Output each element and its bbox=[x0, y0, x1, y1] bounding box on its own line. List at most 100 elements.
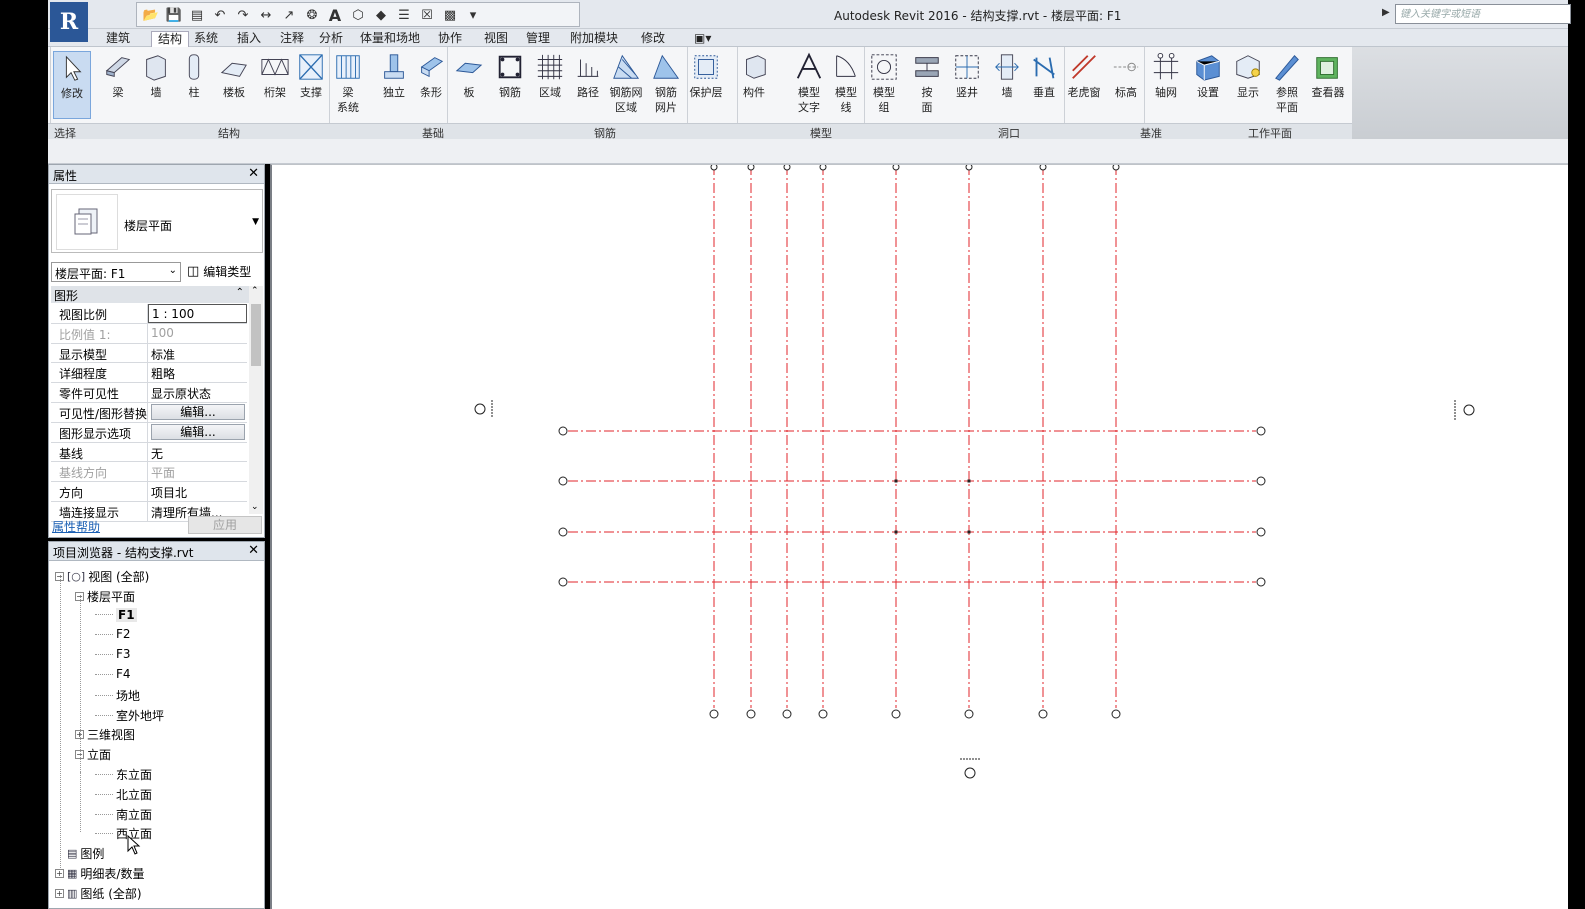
property-row[interactable]: 基线无 bbox=[51, 442, 247, 463]
app-menu-button[interactable]: R bbox=[50, 2, 88, 42]
tree-item[interactable]: 场地 bbox=[95, 687, 140, 704]
property-value[interactable]: 平面 bbox=[148, 462, 247, 481]
tree-item[interactable]: 室外地坪 bbox=[95, 707, 164, 724]
properties-help-link[interactable]: 属性帮助 bbox=[52, 518, 100, 535]
search-input[interactable] bbox=[1395, 4, 1571, 24]
property-value[interactable]: 无 bbox=[148, 443, 247, 462]
ribbon-button-vertical-opening[interactable]: 垂直 bbox=[1026, 51, 1062, 100]
close-icon[interactable]: ✕ bbox=[248, 543, 259, 558]
edit-button[interactable]: 编辑... bbox=[151, 403, 245, 420]
property-value[interactable]: 显示原状态 bbox=[148, 383, 247, 402]
edit-button[interactable]: 编辑... bbox=[151, 423, 245, 440]
save-icon[interactable]: 💾 bbox=[163, 4, 185, 26]
tree-item[interactable]: 西立面 bbox=[95, 825, 152, 842]
ribbon-button-floor[interactable]: 楼板 bbox=[216, 51, 252, 100]
ribbon-button-model-line[interactable]: 模型线 bbox=[828, 51, 864, 115]
ribbon-button-cursor[interactable]: 修改 bbox=[53, 51, 91, 119]
ribbon-button-ref-plane[interactable]: 参照 平面 bbox=[1269, 51, 1305, 115]
tree-item[interactable]: ▤ 图例 bbox=[55, 845, 104, 862]
ribbon-button-truss[interactable]: 桁架 bbox=[257, 51, 293, 100]
close-hidden-icon[interactable]: ☒ bbox=[416, 4, 438, 26]
ribbon-button-strip-foundation[interactable]: 条形 bbox=[413, 51, 449, 100]
binoculars-icon[interactable]: ⚭⚭ bbox=[1575, 5, 1585, 21]
ribbon-button-fabric-area[interactable]: 钢筋网 区域 bbox=[608, 51, 644, 115]
tree-item[interactable]: 北立面 bbox=[95, 786, 152, 803]
property-row[interactable]: 比例值 1: 100 bbox=[51, 323, 247, 344]
ribbon-button-set-workplane[interactable]: 设置 bbox=[1190, 51, 1226, 100]
ribbon-button-cover[interactable]: 保护层 bbox=[688, 51, 724, 100]
ribbon-button-component[interactable]: 构件 bbox=[736, 51, 772, 100]
property-row[interactable]: 零件可见性 显示原状态 bbox=[51, 383, 247, 403]
ribbon-button-show-workplane[interactable]: 显示 bbox=[1230, 51, 1266, 100]
ribbon-button-column[interactable]: 柱 bbox=[176, 51, 212, 100]
expand-icon[interactable]: + bbox=[55, 888, 64, 898]
property-row[interactable]: 图形显示选项 编辑... bbox=[51, 422, 247, 443]
property-group-header[interactable]: 图形 ⌃ bbox=[51, 286, 249, 303]
tab-4[interactable]: 注释 bbox=[274, 31, 310, 47]
undo-icon[interactable]: ↶ bbox=[209, 4, 231, 26]
property-value[interactable]: 项目北 bbox=[148, 482, 247, 501]
tab-2[interactable]: 系统 bbox=[188, 31, 224, 47]
tab-11[interactable]: 修改 bbox=[635, 31, 671, 47]
apply-button[interactable]: 应用 bbox=[188, 516, 262, 534]
ribbon-button-path-rebar[interactable]: 路径 bbox=[570, 51, 606, 100]
tree-item[interactable]: 东立面 bbox=[95, 766, 152, 783]
property-row[interactable]: 视图比例 1 : 100 bbox=[51, 304, 247, 324]
tree-item[interactable]: + ▦ 明细表/数量 bbox=[55, 865, 144, 882]
collapse-icon[interactable]: ⌃ bbox=[236, 287, 244, 298]
property-value[interactable]: 标准 bbox=[148, 344, 247, 363]
tab-10[interactable]: 附加模块 bbox=[564, 31, 624, 47]
ribbon-button-area-rebar[interactable]: 区域 bbox=[532, 51, 568, 100]
drawing-canvas[interactable] bbox=[270, 164, 1568, 909]
tree-item[interactable]: F3 bbox=[95, 647, 131, 661]
edit-type-button[interactable]: ◫ 编辑类型 bbox=[187, 263, 251, 280]
chevron-down-icon[interactable]: ▼ bbox=[252, 217, 259, 227]
ribbon-button-shaft[interactable]: 竖井 bbox=[949, 51, 985, 100]
property-row[interactable]: 基线方向 平面 bbox=[51, 462, 247, 483]
scroll-thumb[interactable] bbox=[251, 304, 261, 366]
ribbon-button-wall[interactable]: 墙 bbox=[138, 51, 174, 100]
ribbon-minimize-icon[interactable]: ▣▾ bbox=[688, 31, 717, 47]
property-value[interactable]: 1 : 100 bbox=[148, 304, 247, 323]
tree-item[interactable]: − [○] 视图 (全部) bbox=[55, 568, 149, 585]
aligned-dimension-icon[interactable]: ↗ bbox=[278, 4, 300, 26]
ribbon-button-beam[interactable]: 梁 bbox=[100, 51, 136, 100]
switch-windows-icon[interactable]: ▩ bbox=[439, 4, 461, 26]
tab-1[interactable]: 结构 bbox=[151, 31, 190, 47]
tree-item[interactable]: + ▥ 图纸 (全部) bbox=[55, 885, 142, 902]
property-value[interactable]: 粗略 bbox=[148, 363, 247, 382]
tab-3[interactable]: 插入 bbox=[231, 31, 267, 47]
expand-icon[interactable]: + bbox=[55, 869, 64, 878]
tab-8[interactable]: 视图 bbox=[478, 31, 514, 47]
tab-5[interactable]: 分析 bbox=[313, 31, 349, 47]
tree-item[interactable]: F2 bbox=[95, 627, 131, 641]
tree-item[interactable]: F4 bbox=[95, 667, 131, 681]
measure-icon[interactable]: ↔ bbox=[255, 4, 277, 26]
instance-selector[interactable]: 楼层平面: F1 ⌄ bbox=[51, 262, 181, 282]
property-row[interactable]: 显示模型 标准 bbox=[51, 343, 247, 364]
3d-view-icon[interactable]: ⬡ bbox=[347, 4, 369, 26]
tag-icon[interactable]: ❂ bbox=[301, 4, 323, 26]
ribbon-button-level[interactable]: 标高 bbox=[1108, 51, 1144, 100]
ribbon-button-model-text[interactable]: 模型 文字 bbox=[791, 51, 827, 115]
redo-icon[interactable]: ↷ bbox=[232, 4, 254, 26]
customize-qat-icon[interactable]: ▾ bbox=[462, 4, 484, 26]
tab-0[interactable]: 建筑 bbox=[100, 31, 136, 47]
property-row[interactable]: 详细程度 粗略 bbox=[51, 363, 247, 384]
tree-item[interactable]: − 楼层平面 bbox=[75, 588, 135, 605]
tab-9[interactable]: 管理 bbox=[520, 31, 556, 47]
ribbon-button-by-face[interactable]: 按面 bbox=[909, 51, 945, 115]
tab-6[interactable]: 体量和场地 bbox=[354, 31, 426, 47]
tree-item[interactable]: F1 bbox=[95, 607, 137, 622]
property-row[interactable]: 可见性/图形替换 编辑... bbox=[51, 402, 247, 423]
thin-lines-icon[interactable]: ☰ bbox=[393, 4, 415, 26]
tree-item[interactable]: 南立面 bbox=[95, 806, 152, 823]
scroll-up-icon[interactable]: ⌃ bbox=[251, 286, 259, 296]
close-icon[interactable]: ✕ bbox=[248, 166, 259, 181]
tab-7[interactable]: 协作 bbox=[432, 31, 468, 47]
ribbon-button-brace[interactable]: 支撑 bbox=[293, 51, 329, 100]
property-row[interactable]: 方向 项目北 bbox=[51, 482, 247, 502]
ribbon-button-slab-foundation[interactable]: 板 bbox=[451, 51, 487, 100]
property-value[interactable]: 编辑... bbox=[148, 423, 247, 442]
ribbon-button-isolated-foundation[interactable]: 独立 bbox=[376, 51, 412, 100]
